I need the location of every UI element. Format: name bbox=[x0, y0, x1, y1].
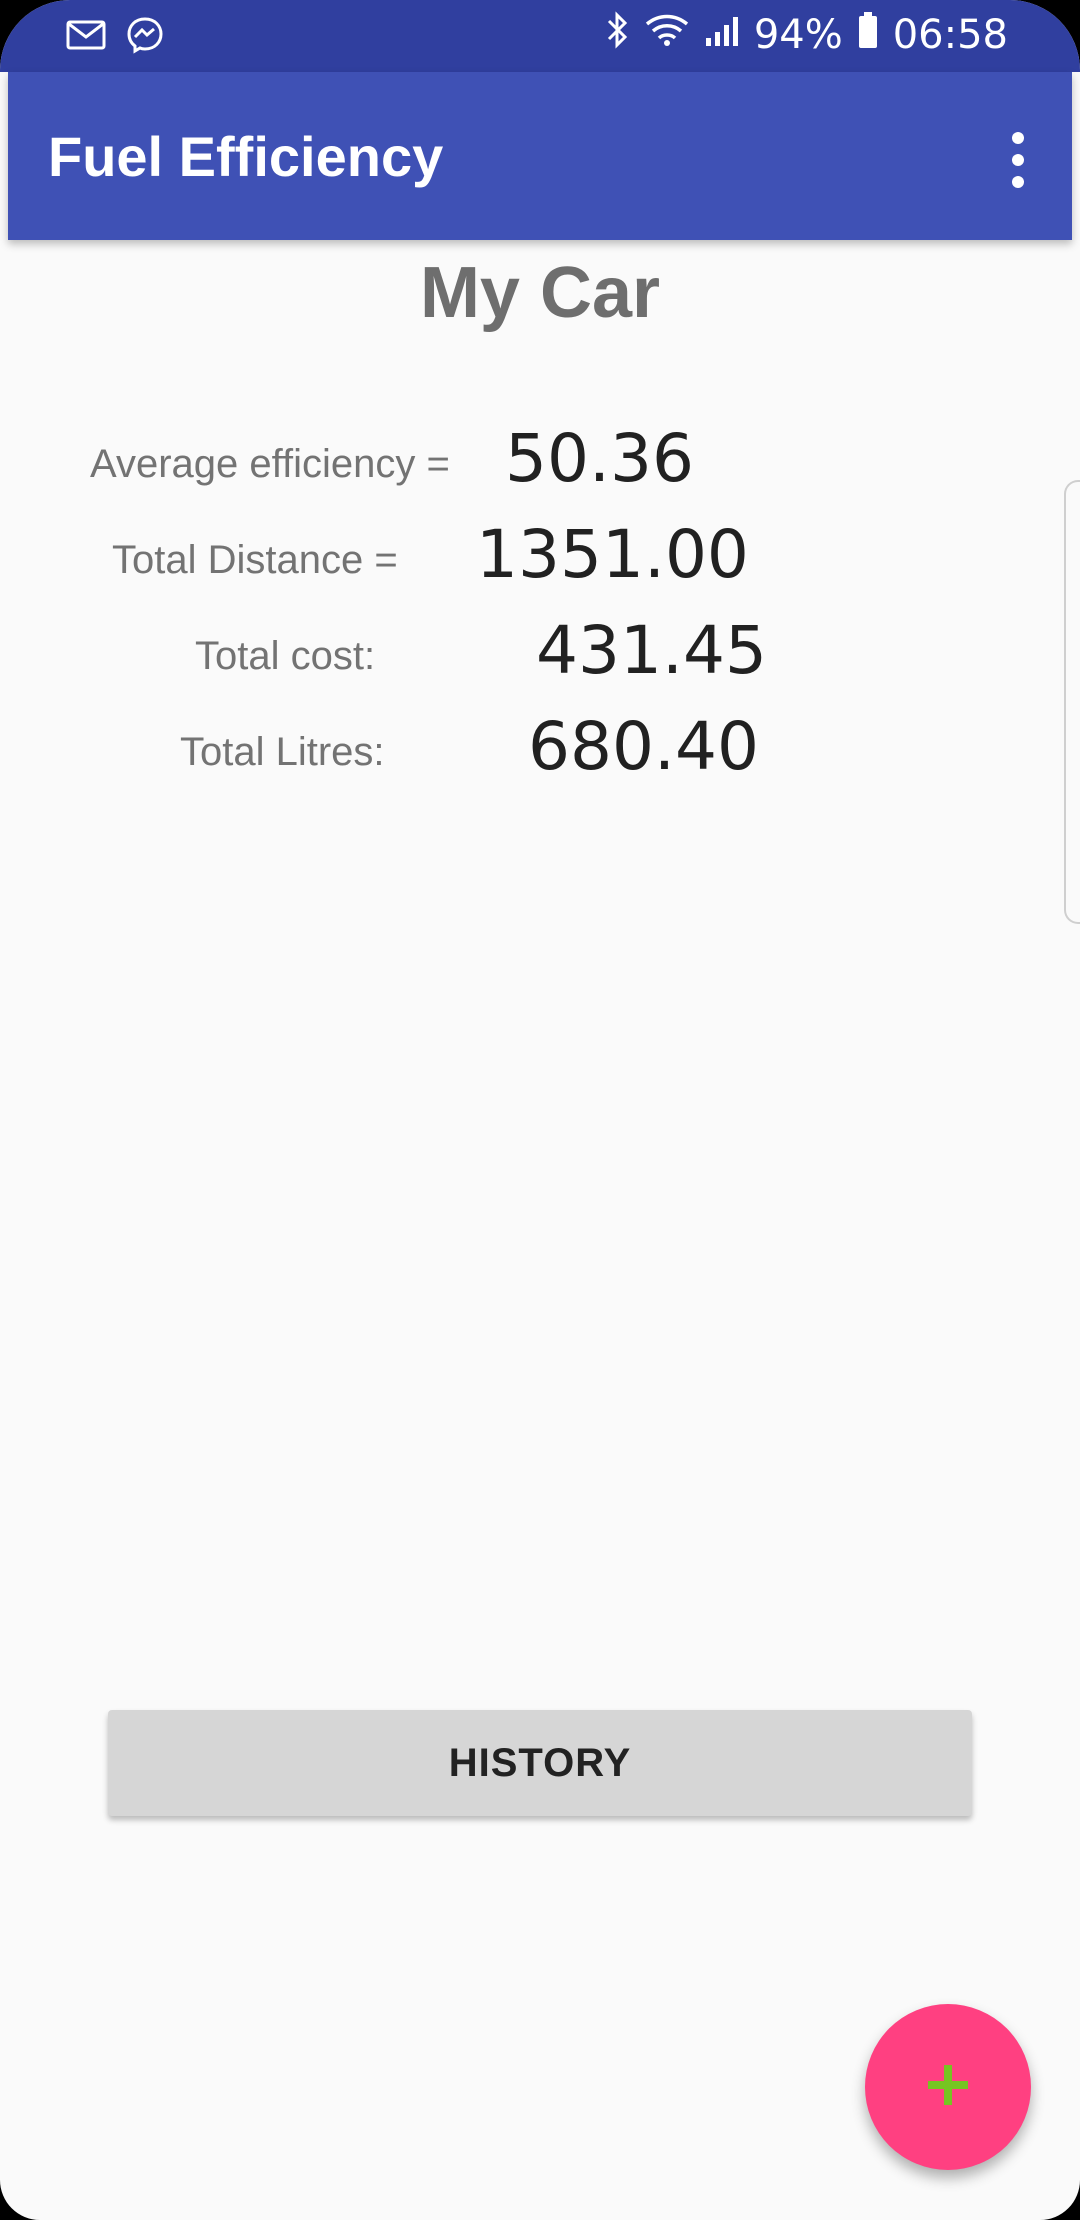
app-screen: 94% 06:58 Fuel Efficiency My Car Average… bbox=[0, 0, 1080, 2220]
gmail-icon bbox=[66, 19, 106, 56]
total-cost-value: 431.45 bbox=[536, 612, 767, 689]
car-name-title: My Car bbox=[419, 253, 661, 333]
add-entry-button[interactable] bbox=[865, 2004, 1031, 2170]
status-bar: 94% 06:58 bbox=[0, 0, 1080, 72]
total-distance-value: 1351.00 bbox=[476, 516, 749, 593]
total-litres-label: Total Litres: bbox=[180, 730, 385, 774]
average-efficiency-value: 50.36 bbox=[505, 420, 694, 497]
status-system-icons: 94% 06:58 bbox=[606, 10, 1008, 60]
status-notification-icons bbox=[66, 16, 164, 59]
clock-time: 06:58 bbox=[892, 12, 1008, 58]
edge-panel-handle[interactable] bbox=[1064, 480, 1080, 924]
plus-icon bbox=[926, 2063, 970, 2112]
more-vert-icon[interactable] bbox=[1008, 132, 1028, 188]
app-bar: Fuel Efficiency bbox=[8, 72, 1072, 240]
messenger-icon bbox=[126, 16, 164, 59]
average-efficiency-label: Average efficiency = bbox=[90, 442, 450, 486]
total-litres-value: 680.40 bbox=[528, 708, 759, 785]
app-title: Fuel Efficiency bbox=[48, 125, 444, 188]
history-button[interactable]: HISTORY bbox=[108, 1710, 972, 1816]
battery-icon bbox=[857, 11, 879, 59]
total-cost-label: Total cost: bbox=[195, 634, 376, 678]
bluetooth-icon bbox=[606, 10, 630, 60]
total-distance-label: Total Distance = bbox=[112, 538, 398, 582]
battery-percentage: 94% bbox=[753, 12, 843, 58]
wifi-icon bbox=[644, 12, 690, 58]
signal-icon bbox=[704, 12, 740, 58]
